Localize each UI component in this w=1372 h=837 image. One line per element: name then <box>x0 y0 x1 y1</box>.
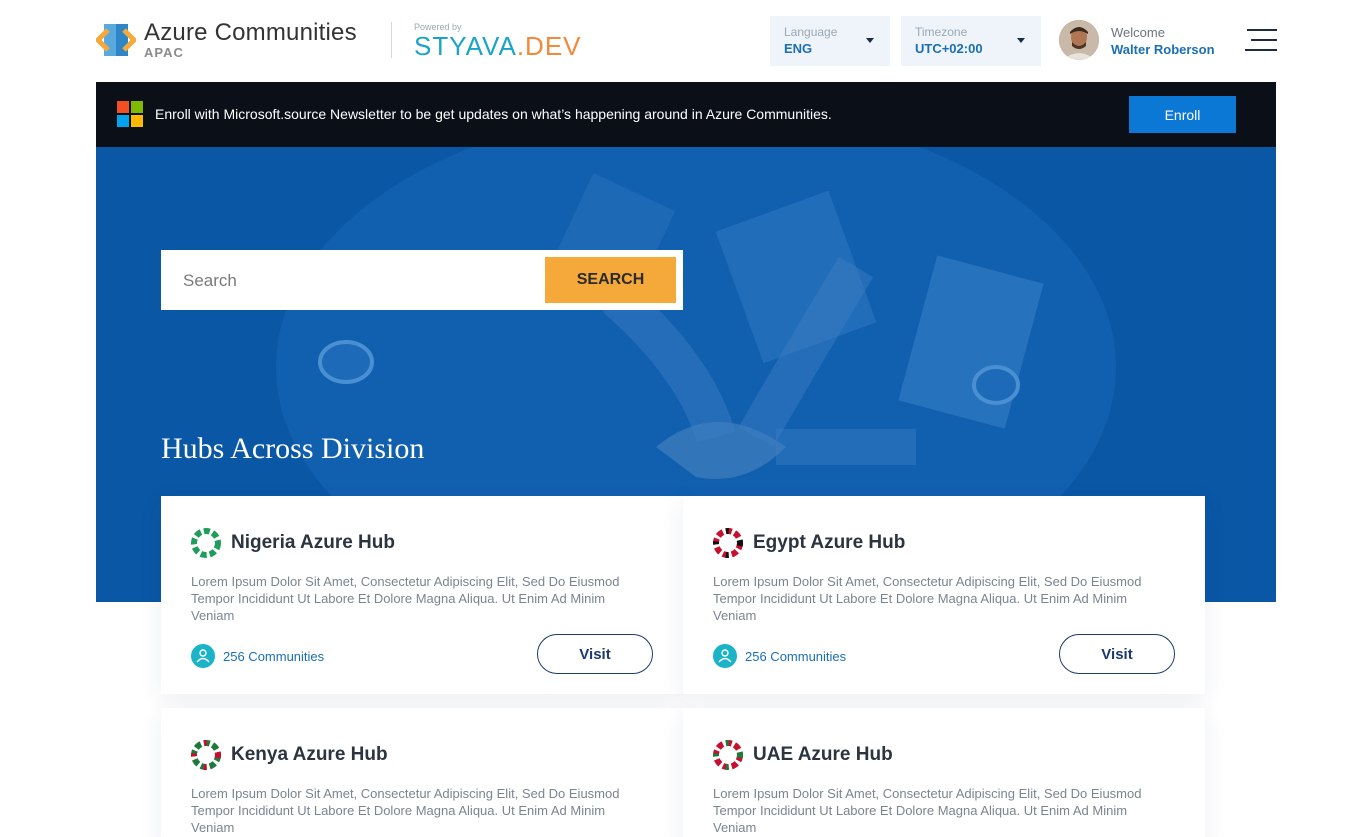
hub-description: Lorem Ipsum Dolor Sit Amet, Consectetur … <box>191 786 620 835</box>
hub-description: Lorem Ipsum Dolor Sit Amet, Consectetur … <box>713 786 1142 835</box>
hub-title: UAE Azure Hub <box>753 744 893 765</box>
app-logo[interactable]: Azure Communities APAC <box>94 19 357 60</box>
visit-button[interactable]: Visit <box>537 634 653 674</box>
microsoft-logo-icon <box>117 101 143 127</box>
logo-title: Azure Communities <box>144 19 357 46</box>
people-icon <box>191 644 215 668</box>
hub-card-uae: UAE Azure Hub Lorem Ipsum Dolor Sit Amet… <box>683 708 1205 837</box>
enroll-text: Enroll with Microsoft.source Newsletter … <box>155 106 832 122</box>
avatar[interactable] <box>1059 20 1099 60</box>
search-input[interactable] <box>183 270 523 292</box>
welcome-label: Welcome <box>1111 25 1165 40</box>
caret-down-icon <box>866 38 874 43</box>
logo-subtitle: APAC <box>144 45 184 60</box>
people-icon <box>713 644 737 668</box>
timezone-value: UTC+02:00 <box>915 41 983 56</box>
hub-card-nigeria: Nigeria Azure Hub Lorem Ipsum Dolor Sit … <box>161 496 683 694</box>
communities-count[interactable]: 256 Communities <box>223 649 324 664</box>
search-button[interactable]: SEARCH <box>545 257 676 303</box>
communities-count[interactable]: 256 Communities <box>745 649 846 664</box>
hamburger-menu-icon[interactable] <box>1243 27 1277 53</box>
hub-card-kenya: Kenya Azure Hub Lorem Ipsum Dolor Sit Am… <box>161 708 683 837</box>
welcome-block: Welcome Walter Roberson <box>1111 25 1215 59</box>
enroll-banner: Enroll with Microsoft.source Newsletter … <box>96 82 1276 147</box>
visit-button[interactable]: Visit <box>1059 634 1175 674</box>
powered-by-brand: STYAVA.DEV <box>414 31 582 61</box>
hub-description: Lorem Ipsum Dolor Sit Amet, Consectetur … <box>191 574 620 623</box>
language-label: Language <box>784 25 838 39</box>
hub-title: Nigeria Azure Hub <box>231 532 395 553</box>
hub-title: Egypt Azure Hub <box>753 532 906 553</box>
timezone-label: Timezone <box>915 25 968 39</box>
user-name[interactable]: Walter Roberson <box>1111 41 1215 59</box>
powered-by[interactable]: Powered by STYAVA.DEV <box>414 22 582 60</box>
top-header: Azure Communities APAC Powered by STYAVA… <box>0 0 1372 82</box>
language-selector[interactable]: Language ENG <box>770 16 890 66</box>
search-box: SEARCH <box>161 250 683 310</box>
language-value: ENG <box>784 41 813 56</box>
timezone-selector[interactable]: Timezone UTC+02:00 <box>901 16 1041 66</box>
nigeria-hub-icon <box>191 528 221 558</box>
caret-down-icon <box>1017 38 1025 43</box>
azure-communities-logo-icon <box>94 20 138 60</box>
enroll-button[interactable]: Enroll <box>1129 96 1236 133</box>
kenya-hub-icon <box>191 740 221 770</box>
hub-card-egypt: Egypt Azure Hub Lorem Ipsum Dolor Sit Am… <box>683 496 1205 694</box>
egypt-hub-icon <box>713 528 743 558</box>
hub-description: Lorem Ipsum Dolor Sit Amet, Consectetur … <box>713 574 1142 623</box>
hub-title: Kenya Azure Hub <box>231 744 388 765</box>
uae-hub-icon <box>713 740 743 770</box>
logo-divider <box>391 22 392 58</box>
section-title: Hubs Across Division <box>161 432 425 465</box>
